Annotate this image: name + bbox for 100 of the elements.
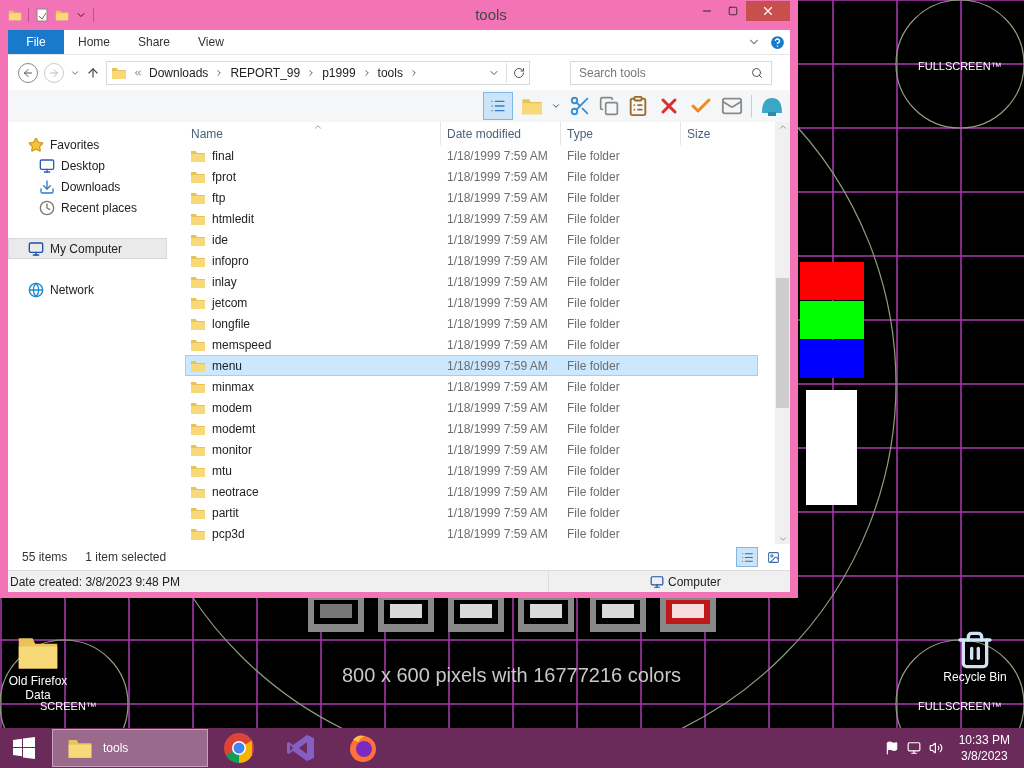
- date-cell-text: 1/18/1999 7:59 AM: [446, 210, 549, 228]
- file-row[interactable]: htmledit 1/18/1999 7:59 AM File folder: [185, 208, 758, 229]
- shell-icon[interactable]: [760, 95, 784, 117]
- close-button[interactable]: [746, 1, 790, 21]
- ribbon-tab[interactable]: Share: [124, 30, 185, 54]
- window-title: tools: [474, 4, 508, 25]
- cut-icon[interactable]: [569, 95, 591, 117]
- desktop-icon-label[interactable]: Old Firefox Data: [0, 674, 76, 702]
- star-icon: [28, 136, 44, 153]
- scrollbar[interactable]: [775, 122, 790, 544]
- file-row[interactable]: longfile 1/18/1999 7:59 AM File folder: [185, 313, 758, 334]
- nav-item[interactable]: Desktop: [8, 155, 167, 176]
- type-cell-text: File folder: [566, 294, 621, 312]
- file-row[interactable]: ftp 1/18/1999 7:59 AM File folder: [185, 187, 758, 208]
- column-header[interactable]: Type: [560, 122, 680, 145]
- wallpaper-label: FULLSCREEN™: [918, 59, 1002, 74]
- document-icon[interactable]: [35, 8, 49, 22]
- file-row[interactable]: menu 1/18/1999 7:59 AM File folder: [185, 355, 758, 376]
- selection-count: 1 item selected: [85, 549, 167, 566]
- scroll-down-icon[interactable]: [777, 534, 788, 544]
- breadcrumb-link[interactable]: tools: [377, 63, 403, 82]
- network-icon[interactable]: [906, 741, 921, 755]
- date-cell-text: 1/18/1999 7:59 AM: [446, 378, 549, 396]
- file-row[interactable]: mtu 1/18/1999 7:59 AM File folder: [185, 460, 758, 481]
- clock-icon: [39, 199, 55, 216]
- file-name: menu: [212, 357, 243, 375]
- nav-item[interactable]: Favorites: [8, 134, 167, 155]
- pane-toggle-button[interactable]: [483, 92, 513, 120]
- help-icon[interactable]: [769, 33, 786, 51]
- date-cell-text: 1/18/1999 7:59 AM: [446, 336, 549, 354]
- file-row[interactable]: final 1/18/1999 7:59 AM File folder: [185, 145, 758, 166]
- nav-item[interactable]: Network: [8, 279, 167, 300]
- volume-icon[interactable]: [928, 741, 943, 755]
- breadcrumb-link[interactable]: p1999: [322, 63, 356, 82]
- test-screen-thumbnail: [590, 598, 646, 632]
- address-bar[interactable]: Downloads REPORT_99 p1999 tools: [106, 60, 530, 85]
- details-view-button[interactable]: [736, 547, 758, 567]
- type-cell-text: File folder: [566, 231, 621, 249]
- file-name: monitor: [212, 441, 252, 459]
- file-name: fprot: [212, 168, 236, 186]
- file-row[interactable]: partit 1/18/1999 7:59 AM File folder: [185, 502, 758, 523]
- search-input[interactable]: Search tools: [579, 63, 751, 82]
- test-screen-thumbnail: [448, 598, 504, 632]
- ribbon-tab[interactable]: View: [184, 30, 238, 54]
- flag-icon[interactable]: [884, 741, 899, 755]
- overflow-chevrons-icon[interactable]: [133, 67, 143, 78]
- paste-icon[interactable]: [627, 95, 649, 117]
- file-row[interactable]: fprot 1/18/1999 7:59 AM File folder: [185, 166, 758, 187]
- picture-icon: [766, 550, 780, 564]
- file-row[interactable]: ide 1/18/1999 7:59 AM File folder: [185, 229, 758, 250]
- column-header[interactable]: Date modified: [440, 122, 560, 145]
- file-name: partit: [212, 504, 239, 522]
- ribbon-tab[interactable]: Home: [64, 30, 124, 54]
- desktop-icon-label[interactable]: Recycle Bin: [937, 670, 1013, 684]
- date-cell-text: 1/18/1999 7:59 AM: [446, 294, 549, 312]
- type-cell-text: File folder: [566, 399, 621, 417]
- file-row[interactable]: memspeed 1/18/1999 7:59 AM File folder: [185, 334, 758, 355]
- type-cell-text: File folder: [566, 336, 621, 354]
- file-row[interactable]: inlay 1/18/1999 7:59 AM File folder: [185, 271, 758, 292]
- date-cell-text: 1/18/1999 7:59 AM: [446, 147, 549, 165]
- date-cell-text: 1/18/1999 7:59 AM: [446, 168, 549, 186]
- type-cell-text: File folder: [566, 441, 621, 459]
- type-cell-text: File folder: [566, 462, 621, 480]
- envelope-icon[interactable]: [721, 95, 743, 117]
- taskbar-window-button[interactable]: tools: [52, 729, 208, 767]
- globe-icon: [28, 281, 44, 298]
- search-field[interactable]: Search tools: [570, 60, 772, 85]
- scroll-thumb[interactable]: [776, 278, 789, 408]
- file-row[interactable]: jetcom 1/18/1999 7:59 AM File folder: [185, 292, 758, 313]
- copy-icon[interactable]: [599, 96, 619, 116]
- date-cell-text: 1/18/1999 7:59 AM: [446, 315, 549, 333]
- date-created-text: Date created: 3/8/2023 9:48 PM: [9, 573, 182, 591]
- nav-item[interactable]: Recent places: [8, 197, 167, 218]
- column-header[interactable]: Size: [680, 122, 770, 145]
- download-icon: [39, 178, 55, 195]
- file-row[interactable]: modemt 1/18/1999 7:59 AM File folder: [185, 418, 758, 439]
- file-row[interactable]: infopro 1/18/1999 7:59 AM File folder: [185, 250, 758, 271]
- ribbon-tab[interactable]: File: [8, 30, 64, 54]
- breadcrumb-link[interactable]: Downloads: [149, 63, 209, 82]
- nav-item[interactable]: Downloads: [8, 176, 167, 197]
- caret-icon[interactable]: [551, 101, 561, 111]
- type-cell-text: File folder: [566, 147, 621, 165]
- file-row[interactable]: neotrace 1/18/1999 7:59 AM File folder: [185, 481, 758, 502]
- details-list-icon: [740, 550, 754, 564]
- file-row[interactable]: modem 1/18/1999 7:59 AM File folder: [185, 397, 758, 418]
- nav-item[interactable]: My Computer: [8, 238, 167, 259]
- type-cell-text: File folder: [566, 315, 621, 333]
- clock[interactable]: 10:33 PM 3/8/2023: [958, 732, 1010, 764]
- up-button-icon[interactable]: [86, 65, 100, 80]
- file-row[interactable]: pcp3d 1/18/1999 7:59 AM File folder: [185, 523, 758, 544]
- scroll-up-icon[interactable]: [777, 122, 788, 132]
- file-row[interactable]: minmax 1/18/1999 7:59 AM File folder: [185, 376, 758, 397]
- test-screen-thumbnail: [660, 598, 716, 632]
- file-name: neotrace: [212, 483, 259, 501]
- column-header[interactable]: Name: [185, 122, 440, 145]
- refresh-icon[interactable]: [513, 66, 525, 79]
- breadcrumb-link[interactable]: REPORT_99: [230, 63, 301, 82]
- file-row[interactable]: monitor 1/18/1999 7:59 AM File folder: [185, 439, 758, 460]
- file-name: longfile: [212, 315, 251, 333]
- date-cell-text: 1/18/1999 7:59 AM: [446, 483, 549, 501]
